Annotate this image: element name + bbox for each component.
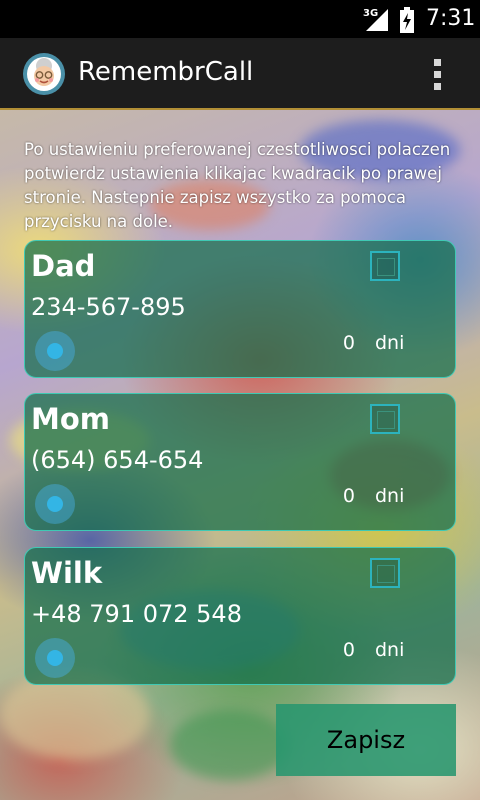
overflow-menu-icon[interactable]	[420, 52, 456, 96]
days-count: 0	[342, 639, 355, 661]
overflow-dot	[434, 83, 441, 90]
contact-card: Wilk +48 791 072 548 0 dni	[24, 547, 456, 685]
status-bar: 3G 7:31	[0, 0, 480, 38]
contact-name: Mom	[31, 402, 110, 436]
action-bar: RemembrCall	[0, 38, 480, 110]
instructions-text: Po ustawieniu preferowanej czestotliwosc…	[24, 140, 451, 231]
clock: 7:31	[426, 6, 476, 31]
days-unit: dni	[375, 639, 405, 661]
signal-icon	[366, 9, 388, 31]
contact-name: Dad	[31, 249, 96, 283]
contact-phone: 234-567-895	[31, 293, 186, 321]
days-unit: dni	[375, 485, 405, 507]
days-count: 0	[342, 485, 355, 507]
contact-name: Wilk	[31, 556, 103, 590]
frequency-slider[interactable]	[35, 638, 75, 678]
contact-phone: (654) 654-654	[31, 446, 204, 474]
save-button[interactable]: Zapisz	[276, 704, 456, 776]
contact-card: Mom (654) 654-654 0 dni	[24, 393, 456, 531]
grandma-avatar-icon[interactable]	[22, 52, 66, 96]
overflow-dot	[434, 59, 441, 66]
days-count: 0	[342, 332, 355, 354]
confirm-checkbox[interactable]	[370, 404, 400, 434]
days-unit: dni	[375, 332, 405, 354]
battery-charging-icon	[400, 7, 414, 33]
confirm-checkbox[interactable]	[370, 251, 400, 281]
confirm-checkbox[interactable]	[370, 558, 400, 588]
contact-phone: +48 791 072 548	[31, 600, 242, 628]
contact-card: Dad 234-567-895 0 dni	[24, 240, 456, 378]
frequency-slider[interactable]	[35, 331, 75, 371]
app-title: RemembrCall	[78, 57, 254, 87]
frequency-slider[interactable]	[35, 484, 75, 524]
overflow-dot	[434, 71, 441, 78]
